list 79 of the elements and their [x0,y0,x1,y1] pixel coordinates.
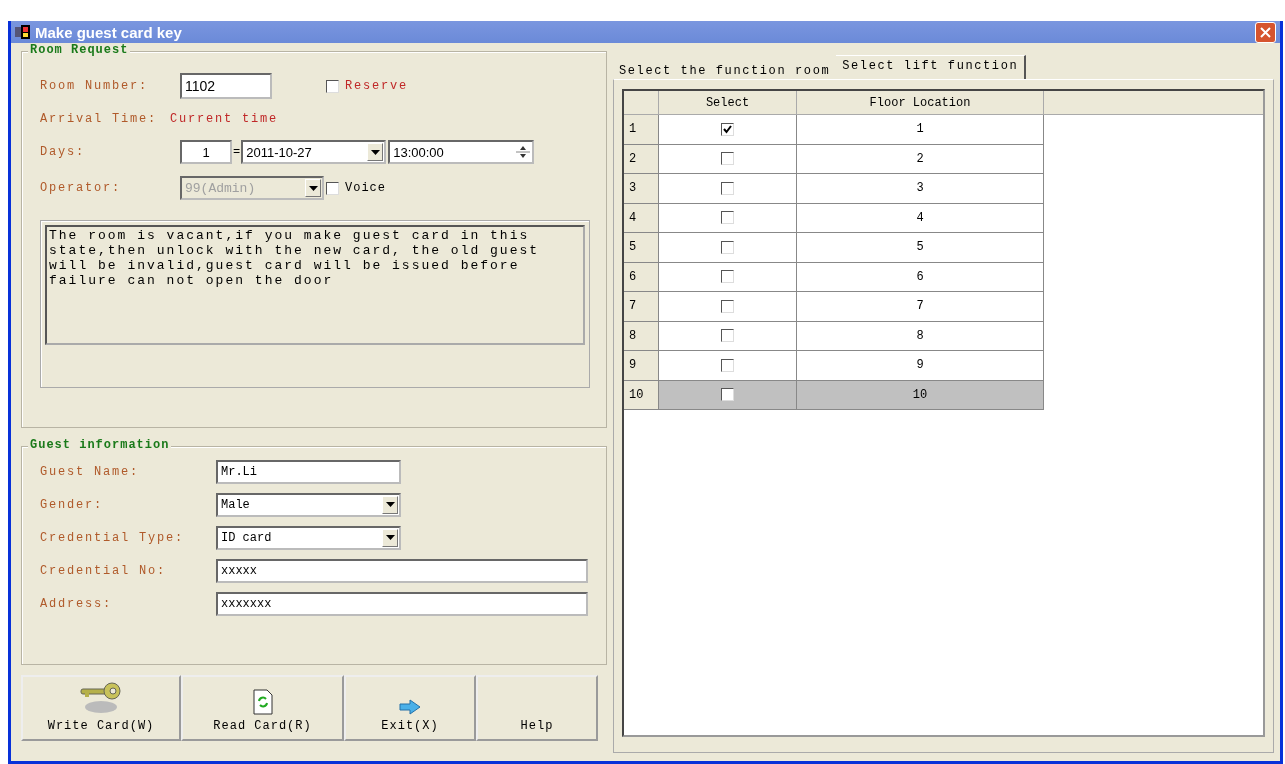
app-icon [15,24,31,40]
field-label: Credential No: [40,563,168,578]
tab[interactable]: Select the function room [613,61,837,79]
field-label: Credential Type: [40,530,186,545]
row-number: 2 [624,144,659,174]
close-icon[interactable] [1255,21,1276,43]
toolbar-button[interactable]: Write Card(W) [21,675,181,741]
row-number: 1 [624,115,659,145]
table-cell: 1 [797,115,1044,145]
checkbox[interactable] [721,299,734,313]
grid-row[interactable]: 10 10 [624,380,1263,410]
table-cell: 10 [797,380,1044,410]
toolbar-button[interactable]: Help [476,675,598,741]
grid-row[interactable]: 4 4 [624,203,1263,233]
checkbox-label: Reserve [345,79,408,93]
text-field[interactable]: xxxxxxx [216,591,588,616]
column-header[interactable]: Select [659,91,797,115]
checkbox[interactable] [721,211,734,225]
row-number: 8 [624,321,659,351]
field-label: Operator: [40,181,122,195]
grid-row[interactable]: 1 1 [624,115,1263,145]
checkbox[interactable] [721,270,734,284]
group-title: Room Request [28,43,131,57]
field-label: Guest Name: [40,464,140,479]
row-number: 4 [624,203,659,233]
grid-row[interactable]: 5 5 [624,233,1263,263]
field-label: Gender: [40,497,104,512]
checkbox[interactable] [721,329,734,343]
field-label: Room Number: [40,79,149,93]
checkbox[interactable] [326,79,339,93]
row-number: 9 [624,351,659,381]
row-number: 5 [624,233,659,263]
grid-row[interactable]: 3 3 [624,174,1263,204]
column-header[interactable]: Floor Location [797,91,1044,115]
document-icon [252,689,273,715]
checkbox[interactable] [721,240,734,254]
field-label: Days: [40,145,86,159]
table-cell: 5 [797,233,1044,263]
table-cell: 6 [797,262,1044,292]
table-cell: 2 [797,144,1044,174]
days-field[interactable]: 1 [180,140,232,164]
row-number: 3 [624,174,659,204]
checkbox[interactable] [721,358,734,372]
checkbox[interactable] [721,122,734,136]
right-arrow-icon [399,699,421,715]
grid-row[interactable]: 6 6 [624,262,1263,292]
table-cell: 8 [797,321,1044,351]
grid-row[interactable]: 9 9 [624,351,1263,381]
table-cell: 7 [797,292,1044,322]
grid-row[interactable]: 7 7 [624,292,1263,322]
table-cell: 4 [797,203,1044,233]
toolbar-button[interactable]: Read Card(R) [181,675,344,741]
grid-row[interactable]: 2 2 [624,144,1263,174]
row-number: 10 [624,380,659,410]
window-title: Make guest card key [35,23,183,41]
toolbar-button[interactable]: Exit(X) [344,675,476,741]
grid-row[interactable]: 8 8 [624,321,1263,351]
arrival-time-value: Current time [170,112,278,126]
equals-sign: = [233,145,241,159]
row-number: 6 [624,262,659,292]
key-icon [79,681,123,715]
checkbox[interactable] [721,152,734,166]
text-field[interactable]: Mr.Li [216,459,401,484]
table-cell: 9 [797,351,1044,381]
dropdown[interactable]: ID card [216,525,401,550]
row-number: 7 [624,292,659,322]
table-cell: 3 [797,174,1044,204]
room-number-field[interactable]: 1102 [180,73,272,99]
checkbox[interactable] [721,181,734,195]
date-picker[interactable]: 2011-10-27 [241,140,387,164]
time-field[interactable]: 13:00:00 [388,140,535,164]
field-label: Address: [40,596,113,611]
checkbox[interactable] [721,388,734,402]
dropdown[interactable]: Male [216,492,401,517]
checkbox[interactable] [326,181,339,195]
message-text: The room is vacant,if you make guest card in this state,then unlock with the new card, the old guest will be invalid,guest card will be issued before failure can not open the door [45,225,585,345]
text-field[interactable]: xxxxx [216,558,588,583]
tab[interactable]: Select lift function [836,55,1027,79]
checkbox-label: Voice [345,181,386,195]
